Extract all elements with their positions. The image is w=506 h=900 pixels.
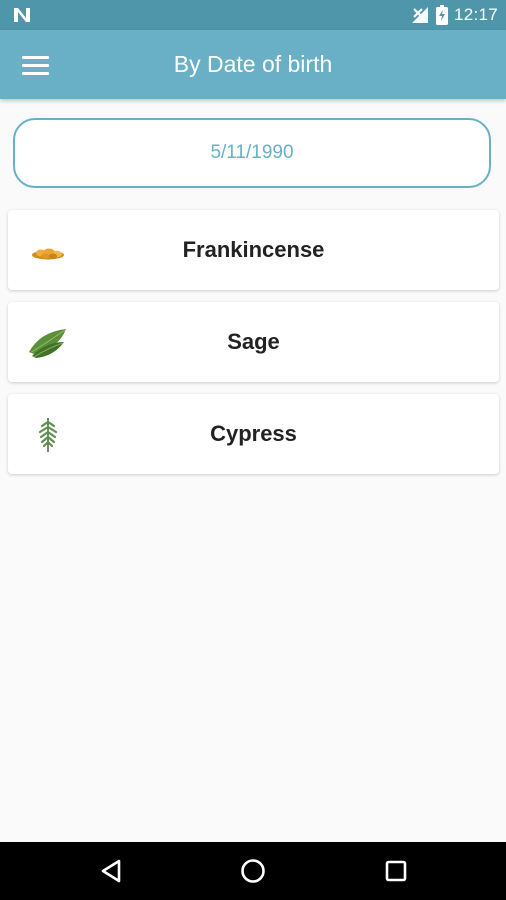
herb-list: Frankincense Sage Cypress xyxy=(8,210,499,486)
recents-icon[interactable] xyxy=(376,851,416,891)
n-logo-icon xyxy=(14,8,30,22)
page-title: By Date of birth xyxy=(173,51,333,77)
herb-name: Cypress xyxy=(210,421,297,446)
battery-icon xyxy=(435,5,448,25)
list-item[interactable]: Frankincense xyxy=(8,210,499,290)
no-signal-icon xyxy=(411,7,428,23)
app-bar: By Date of birth xyxy=(0,30,506,99)
status-bar: 12:17 xyxy=(0,0,506,30)
herb-name: Sage xyxy=(227,329,280,354)
list-item[interactable]: Sage xyxy=(8,302,499,382)
hamburger-menu-icon[interactable] xyxy=(14,47,56,83)
status-time: 12:17 xyxy=(453,5,498,24)
system-nav-bar xyxy=(0,842,506,900)
list-item[interactable]: Cypress xyxy=(8,394,499,474)
home-icon[interactable] xyxy=(233,851,273,891)
date-of-birth-field[interactable]: 5/11/1990 xyxy=(13,118,491,188)
herb-name: Frankincense xyxy=(182,237,325,262)
back-icon[interactable] xyxy=(91,851,131,891)
